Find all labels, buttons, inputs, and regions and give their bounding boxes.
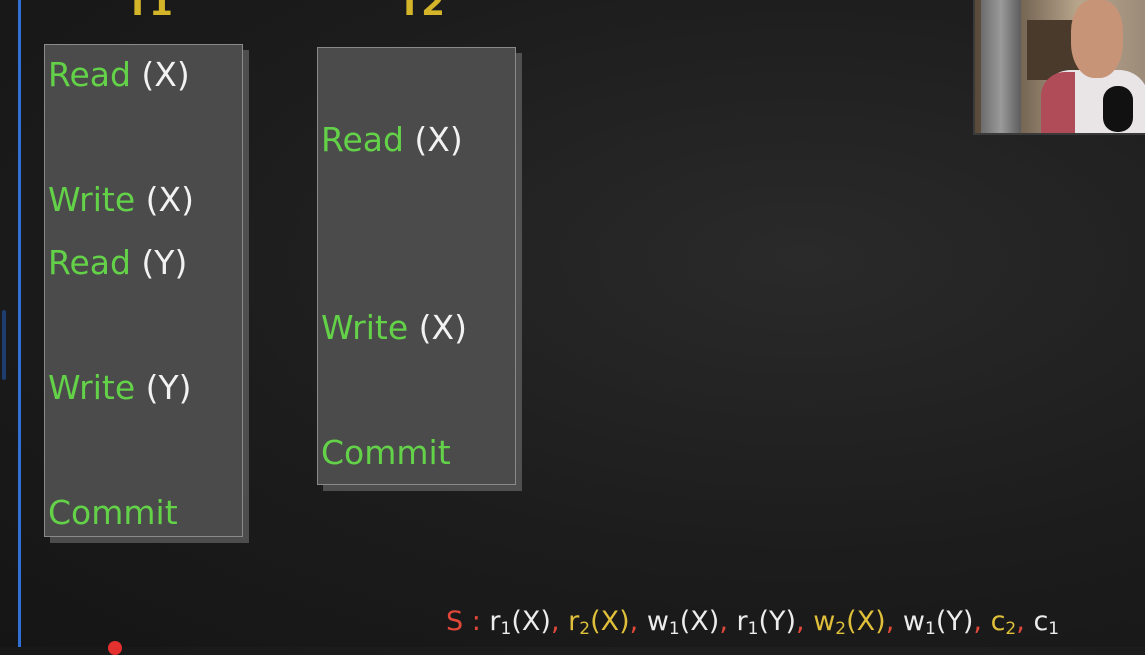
- op-verb: Read: [321, 120, 404, 159]
- t1-header: T1: [126, 0, 173, 24]
- schedule-separator: ,: [1016, 606, 1025, 637]
- t2-header: T2: [398, 0, 445, 24]
- schedule-op: c1: [1033, 606, 1060, 639]
- t1-op-read-y: Read (Y): [48, 246, 187, 279]
- t2-op-write-x: Write (X): [321, 311, 467, 344]
- op-verb: Read: [48, 55, 131, 94]
- schedule-prefix: S :: [446, 606, 481, 637]
- schedule-op: r1(Y): [736, 606, 797, 639]
- op-verb: Write: [48, 180, 136, 219]
- schedule-items: r1(X), r2(X), w1(X), r1(Y), w2(X), w1(Y)…: [489, 606, 1060, 639]
- op-arg: (X): [414, 120, 463, 159]
- t2-box: [317, 47, 516, 485]
- t1-op-write-x: Write (X): [48, 183, 194, 216]
- t1-op-write-y: Write (Y): [48, 371, 192, 404]
- schedule-separator: ,: [796, 606, 805, 637]
- op-arg: (X): [418, 308, 467, 347]
- schedule-op: w2(X): [813, 606, 886, 639]
- op-verb: Write: [321, 308, 409, 347]
- op-arg: (X): [141, 55, 190, 94]
- schedule-op: r1(X): [489, 606, 551, 639]
- op-verb: Commit: [48, 493, 178, 532]
- t2-op-commit: Commit: [321, 436, 451, 469]
- op-arg: (X): [145, 180, 194, 219]
- schedule-separator: ,: [719, 606, 728, 637]
- time-axis: [18, 0, 21, 647]
- op-arg: (Y): [141, 243, 188, 282]
- schedule-line: S : r1(X), r2(X), w1(X), r1(Y), w2(X), w…: [446, 608, 1059, 638]
- schedule-op: r2(X): [568, 606, 630, 639]
- time-axis-label: [0, 310, 8, 380]
- schedule-separator: ,: [885, 606, 895, 637]
- laser-pointer-icon: [108, 641, 122, 655]
- op-verb: Commit: [321, 433, 451, 472]
- schedule-separator: ,: [629, 606, 639, 637]
- schedule-separator: ,: [973, 606, 982, 637]
- op-verb: Write: [48, 368, 136, 407]
- presenter-video-icon: [973, 0, 1145, 135]
- schedule-op: w1(X): [646, 606, 720, 639]
- t1-box: [44, 44, 243, 537]
- t1-op-read-x: Read (X): [48, 58, 190, 91]
- schedule-op: c2: [990, 606, 1017, 639]
- op-arg: (Y): [145, 368, 192, 407]
- t1-op-commit: Commit: [48, 496, 178, 529]
- t2-op-read-x: Read (X): [321, 123, 463, 156]
- op-verb: Read: [48, 243, 131, 282]
- schedule-separator: ,: [550, 606, 560, 637]
- schedule-op: w1(Y): [902, 606, 974, 639]
